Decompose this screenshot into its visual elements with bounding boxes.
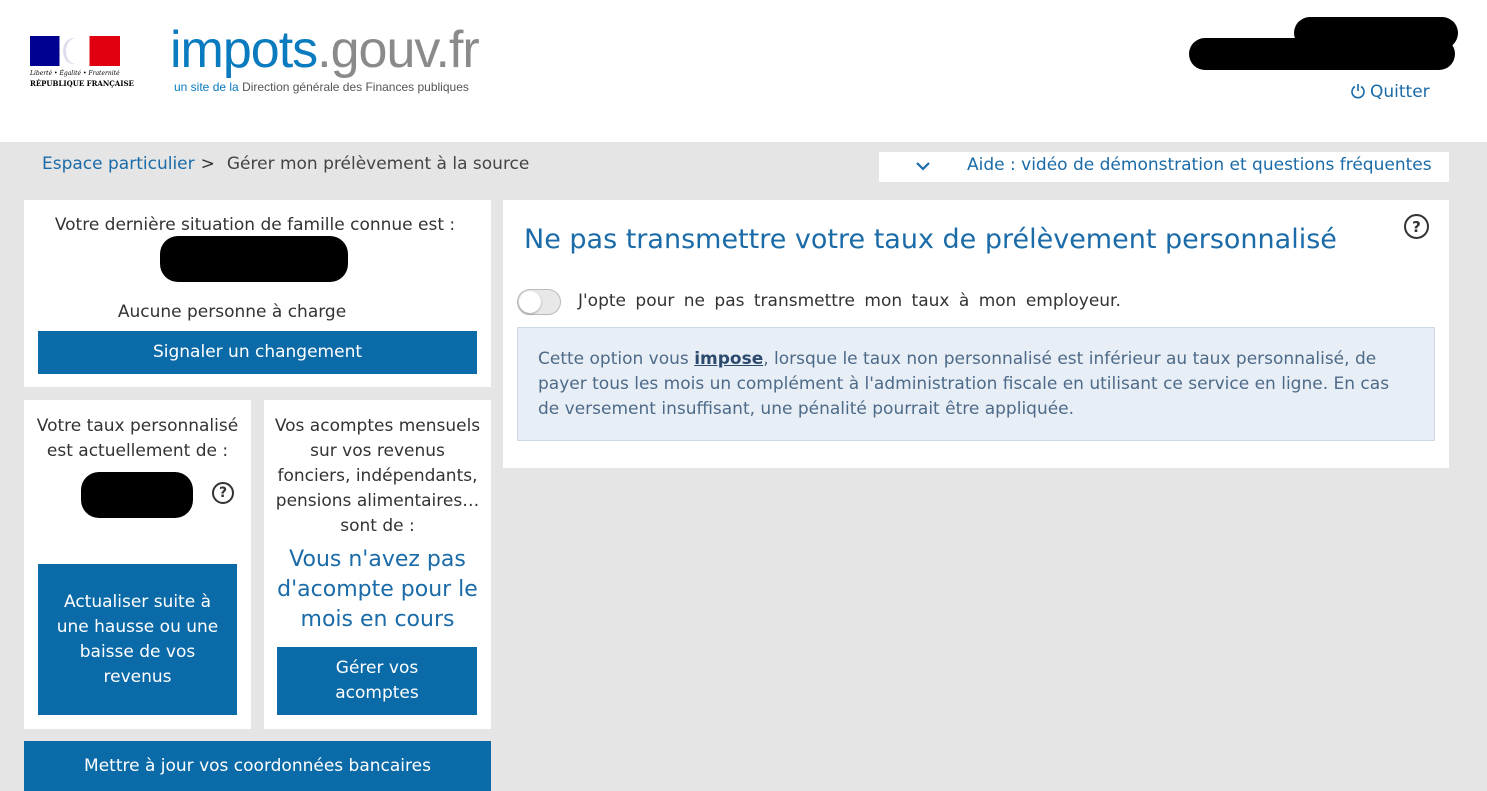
logo-subtitle: un site de la Direction générale des Fin…	[174, 80, 469, 94]
help-accordion[interactable]: Aide : vidéo de démonstration et questio…	[879, 152, 1449, 182]
info-text-bold: impose	[694, 349, 764, 369]
page-title: Ne pas transmettre votre taux de prélève…	[524, 224, 1337, 255]
logo-sub-org: Direction générale des Finances publique…	[242, 80, 469, 94]
logo-main: impots	[170, 21, 318, 79]
breadcrumb: Espace particulier > Gérer mon prélèvement…	[42, 154, 529, 174]
opt-out-label[interactable]: J'opte pour ne pas transmettre mon taux …	[578, 291, 1121, 311]
breadcrumb-home-link[interactable]: Espace particulier	[42, 154, 195, 174]
redacted-rate-value	[81, 472, 193, 518]
quit-label: Quitter	[1370, 82, 1430, 102]
logo-sub-prefix: un site de la	[174, 80, 239, 94]
installments-label: Vos acomptes mensuels sur vos revenus fo…	[274, 416, 481, 536]
family-situation-card: Votre dernière situation de famille conn…	[24, 200, 491, 387]
rate-label: Votre taux personnalisé est actuellement…	[36, 416, 239, 461]
report-change-button[interactable]: Signaler un changement	[38, 331, 477, 374]
update-rate-button[interactable]: Actualiser suite à une hausse ou une bai…	[38, 564, 237, 715]
site-header: Liberté • Égalité • Fraternité RÉPUBLIQU…	[0, 0, 1487, 142]
toggle-knob	[519, 291, 541, 313]
marianne-logo: Liberté • Égalité • Fraternité RÉPUBLIQU…	[30, 36, 134, 88]
chevron-down-icon	[916, 162, 930, 171]
help-accordion-label: Aide : vidéo de démonstration et questio…	[967, 155, 1432, 175]
installments-card: Vos acomptes mensuels sur vos revenus fo…	[264, 400, 491, 729]
impots-logo[interactable]: impots.gouv.fr	[170, 20, 480, 80]
info-box: Cette option vous impose, lorsque le tau…	[517, 327, 1435, 441]
redacted-family-status	[160, 236, 348, 282]
opt-out-toggle[interactable]	[517, 289, 561, 315]
manage-installments-button[interactable]: Gérer vos acomptes	[277, 647, 477, 715]
rate-help-icon[interactable]: ?	[212, 482, 234, 504]
family-situation-label: Votre dernière situation de famille conn…	[54, 215, 456, 235]
redacted-username-line2	[1189, 38, 1455, 70]
marianne-republique: RÉPUBLIQUE FRANÇAISE	[30, 79, 134, 88]
marianne-flag-icon	[30, 36, 120, 66]
logo-domain: .gouv.fr	[317, 21, 480, 79]
update-bank-details-button[interactable]: Mettre à jour vos coordonnées bancaires	[24, 741, 491, 791]
quit-link[interactable]: Quitter	[1350, 82, 1430, 102]
info-text-before: Cette option vous	[538, 349, 695, 369]
power-icon	[1351, 84, 1365, 99]
installments-value: Vous n'avez pas d'acompte pour le mois e…	[277, 547, 478, 632]
breadcrumb-current: Gérer mon prélèvement à la source	[226, 154, 530, 174]
main-help-icon[interactable]: ?	[1404, 214, 1429, 239]
dependents-label: Aucune personne à charge	[117, 302, 347, 322]
rate-card: Votre taux personnalisé est actuellement…	[24, 400, 251, 729]
marianne-motto: Liberté • Égalité • Fraternité	[30, 70, 120, 77]
breadcrumb-separator: >	[200, 154, 215, 174]
